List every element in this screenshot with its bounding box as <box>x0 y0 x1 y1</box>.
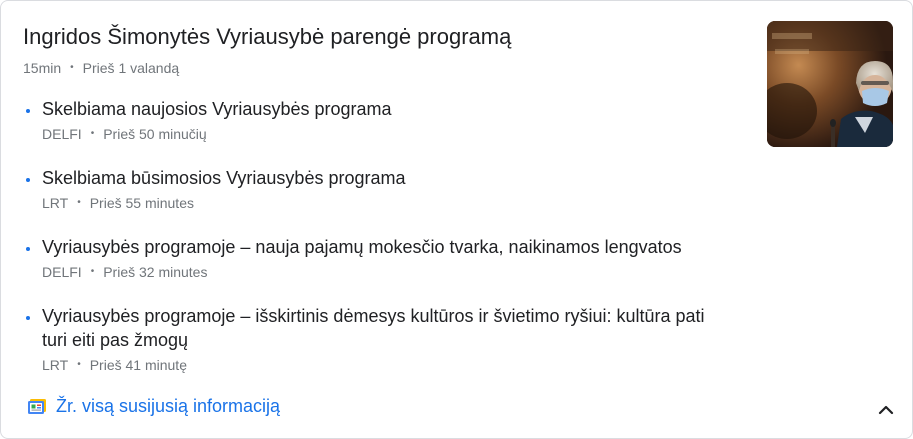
article-source: LRT <box>42 195 69 211</box>
article-time: Prieš 41 minutę <box>89 357 187 373</box>
story-thumbnail[interactable] <box>767 21 893 147</box>
meta-separator: • <box>77 359 81 370</box>
story-source: 15min <box>23 60 62 76</box>
article-time: Prieš 55 minutes <box>89 195 194 211</box>
article-meta: DELFI • Prieš 32 minutes <box>42 263 723 281</box>
collapse-button[interactable] <box>875 399 897 421</box>
article-title[interactable]: Skelbiama naujosios Vyriausybės programa <box>42 97 723 121</box>
thumbnail-photo <box>767 21 893 147</box>
meta-separator: • <box>90 266 95 277</box>
see-all-coverage-label[interactable]: Žr. visą susijusią informaciją <box>56 396 280 417</box>
meta-separator: • <box>70 62 74 73</box>
bullet-icon <box>26 178 30 182</box>
article-title[interactable]: Vyriausybės programoje – išskirtinis dėm… <box>42 304 722 352</box>
meta-separator: • <box>77 197 81 208</box>
story-headline[interactable]: Ingridos Šimonytės Vyriausybė parengė pr… <box>23 23 511 51</box>
article-meta: LRT • Prieš 41 minutę <box>42 356 723 374</box>
article-time: Prieš 50 minučių <box>103 126 207 142</box>
article-source: LRT <box>42 357 69 373</box>
bullet-icon <box>26 316 30 320</box>
article-source: DELFI <box>42 126 82 142</box>
article-meta: DELFI • Prieš 50 minučių <box>42 125 723 143</box>
list-item[interactable]: Vyriausybės programoje – nauja pajamų mo… <box>23 235 723 304</box>
article-source: DELFI <box>42 264 82 280</box>
bullet-icon <box>26 109 30 113</box>
article-title[interactable]: Skelbiama būsimosios Vyriausybės program… <box>42 166 723 190</box>
meta-separator: • <box>90 128 95 139</box>
chevron-up-icon <box>878 405 894 415</box>
article-time: Prieš 32 minutes <box>103 264 208 280</box>
list-item[interactable]: Skelbiama naujosios Vyriausybės programa… <box>23 97 723 166</box>
story-meta: 15min • Prieš 1 valandą <box>23 59 179 77</box>
article-title[interactable]: Vyriausybės programoje – nauja pajamų mo… <box>42 235 723 259</box>
list-item[interactable]: Skelbiama būsimosios Vyriausybės program… <box>23 166 723 235</box>
bullet-icon <box>26 247 30 251</box>
story-time: Prieš 1 valandą <box>82 60 180 76</box>
related-articles-list: Skelbiama naujosios Vyriausybės programa… <box>23 97 723 374</box>
list-item[interactable]: Vyriausybės programoje – išskirtinis dėm… <box>23 304 723 374</box>
news-card: Ingridos Šimonytės Vyriausybė parengė pr… <box>0 0 913 439</box>
news-feed-icon <box>28 398 46 414</box>
see-all-coverage-link[interactable]: Žr. visą susijusią informaciją <box>27 396 280 417</box>
article-meta: LRT • Prieš 55 minutes <box>42 194 723 212</box>
